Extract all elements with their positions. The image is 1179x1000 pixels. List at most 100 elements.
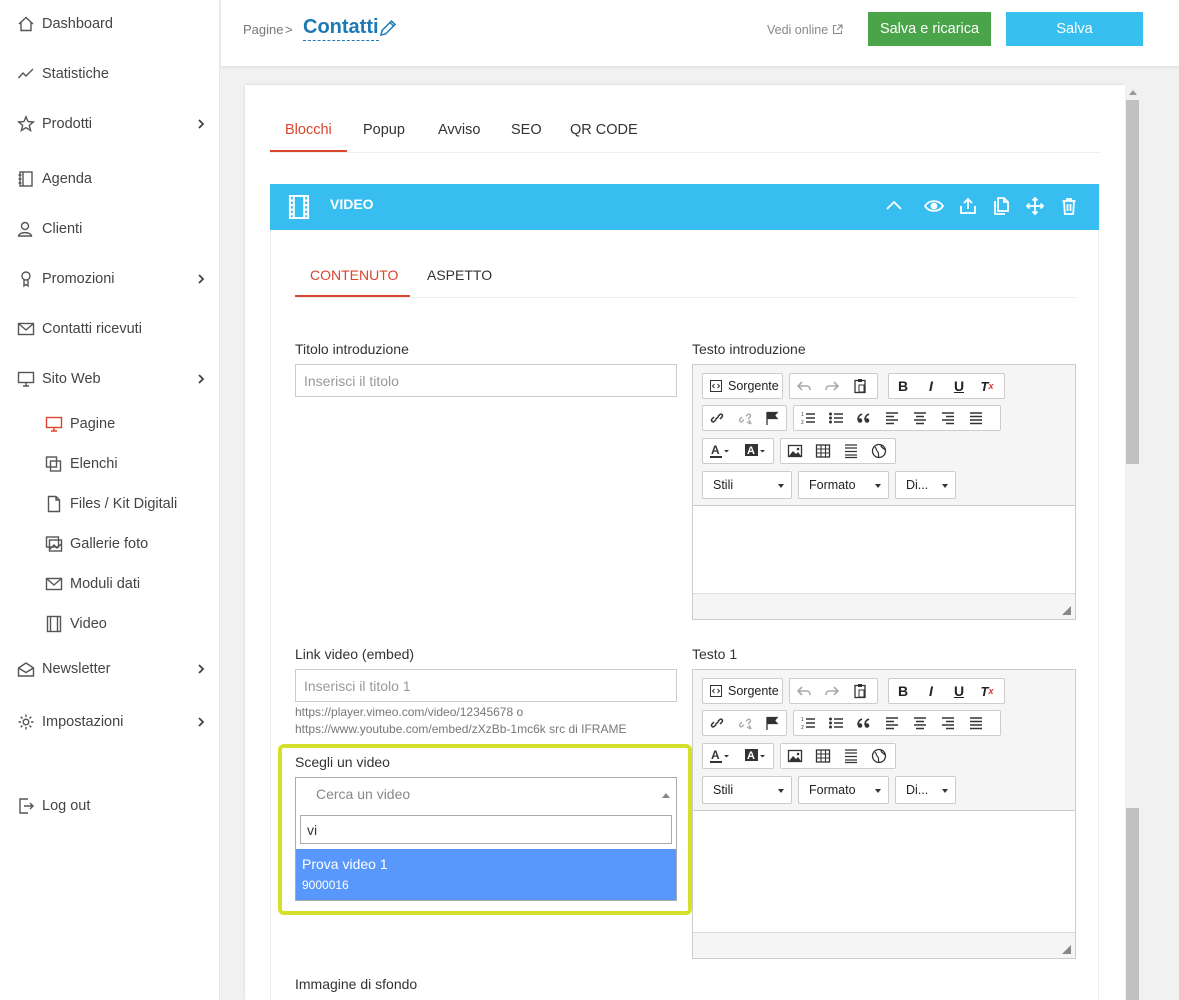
align-center-icon[interactable] [906,711,934,735]
link-icon[interactable] [703,406,731,430]
styles-dropdown[interactable]: Stili [702,471,792,499]
size-dropdown[interactable]: Di... [895,776,956,804]
titolo-input[interactable]: Inserisci il titolo [295,364,677,397]
blockquote-icon[interactable] [850,711,878,735]
sidebar-item-dashboard[interactable]: Dashboard [0,9,220,39]
numbered-list-icon[interactable]: 12 [794,711,822,735]
align-left-icon[interactable] [878,711,906,735]
styles-dropdown[interactable]: Stili [702,776,792,804]
tab-popup[interactable]: Popup [363,122,405,138]
scroll-up-arrow[interactable] [1129,90,1137,95]
copy-icon[interactable] [990,195,1012,217]
sidebar-item-agenda[interactable]: Agenda [0,164,220,194]
redo-icon[interactable] [818,679,846,703]
unlink-icon[interactable] [731,711,759,735]
paste-icon[interactable] [846,679,874,703]
unlink-icon[interactable] [731,406,759,430]
sidebar-item-files[interactable]: Files / Kit Digitali [0,489,220,519]
sidebar-item-video[interactable]: Video [0,609,220,639]
redo-icon[interactable] [818,374,846,398]
background-color-icon[interactable]: A [739,439,773,463]
save-reload-button[interactable]: Salva e ricarica [868,12,991,46]
resize-handle-icon[interactable] [1062,606,1071,615]
source-button[interactable]: Sorgente [702,373,783,399]
align-right-icon[interactable] [934,711,962,735]
sidebar-item-gallerie[interactable]: Gallerie foto [0,529,220,559]
table-icon[interactable] [809,744,837,768]
size-dropdown[interactable]: Di... [895,471,956,499]
table-icon[interactable] [809,439,837,463]
sidebar-item-clienti[interactable]: Clienti [0,214,220,244]
anchor-flag-icon[interactable] [758,711,786,735]
pencil-icon[interactable] [378,18,398,41]
scrollbar-thumb[interactable] [1126,100,1139,464]
trash-icon[interactable] [1058,195,1080,217]
sidebar-item-moduli-dati[interactable]: Moduli dati [0,569,220,599]
sidebar-item-logout[interactable]: Log out [0,791,220,821]
eye-icon[interactable] [923,195,945,217]
paste-icon[interactable] [846,374,874,398]
sidebar-item-contatti-ricevuti[interactable]: Contatti ricevuti [0,314,220,344]
sidebar-item-elenchi[interactable]: Elenchi [0,449,220,479]
breadcrumb[interactable]: Pagine [243,22,283,37]
video-search-input[interactable]: vi [300,815,672,844]
globe-icon[interactable] [865,744,893,768]
italic-button[interactable]: I [917,374,945,398]
text-color-icon[interactable]: A [703,744,739,768]
background-color-icon[interactable]: A [739,744,773,768]
align-justify-icon[interactable] [962,406,990,430]
tab-blocchi[interactable]: Blocchi [285,122,332,138]
align-right-icon[interactable] [934,406,962,430]
chevron-up-icon[interactable] [883,195,905,217]
link-video-input[interactable]: Inserisci il titolo 1 [295,669,677,702]
undo-icon[interactable] [790,679,818,703]
source-button[interactable]: Sorgente [702,678,783,704]
anchor-flag-icon[interactable] [758,406,786,430]
bold-button[interactable]: B [889,374,917,398]
sidebar-item-prodotti[interactable]: Prodotti [0,109,220,139]
share-icon[interactable] [957,195,979,217]
move-icon[interactable] [1024,195,1046,217]
text-color-icon[interactable]: A [703,439,739,463]
horizontal-rule-icon[interactable] [837,744,865,768]
blockquote-icon[interactable] [850,406,878,430]
undo-icon[interactable] [790,374,818,398]
italic-button[interactable]: I [917,679,945,703]
tab-seo[interactable]: SEO [511,122,542,138]
image-icon[interactable] [781,744,809,768]
resize-handle-icon[interactable] [1062,945,1071,954]
sidebar-item-sito-web[interactable]: Sito Web [0,364,220,394]
bold-button[interactable]: B [889,679,917,703]
bullet-list-icon[interactable] [822,406,850,430]
align-left-icon[interactable] [878,406,906,430]
image-icon[interactable] [781,439,809,463]
sidebar-item-statistiche[interactable]: Statistiche [0,59,220,89]
format-dropdown[interactable]: Formato [798,776,889,804]
page-title[interactable]: Contatti [303,16,379,41]
align-center-icon[interactable] [906,406,934,430]
underline-button[interactable]: U [945,374,973,398]
clear-format-button[interactable]: Tx [973,374,1001,398]
view-online-link[interactable]: Vedi online [767,23,843,37]
rich-text-editor-testo1[interactable]: Sorgente B I U Tx 12 A A Stili Formato D… [692,669,1076,959]
tab-aspetto[interactable]: ASPETTO [427,267,492,283]
clear-format-button[interactable]: Tx [973,679,1001,703]
link-icon[interactable] [703,711,731,735]
horizontal-rule-icon[interactable] [837,439,865,463]
sidebar-item-pagine[interactable]: Pagine [0,409,220,439]
rich-text-editor-intro[interactable]: Sorgente B I U Tx 12 A A Stili Formato D… [692,364,1076,620]
video-select[interactable]: Cerca un video [295,777,677,811]
format-dropdown[interactable]: Formato [798,471,889,499]
tab-contenuto[interactable]: CONTENUTO [310,267,398,283]
tab-qr-code[interactable]: QR CODE [570,122,638,138]
sidebar-item-newsletter[interactable]: Newsletter [0,654,220,684]
underline-button[interactable]: U [945,679,973,703]
numbered-list-icon[interactable]: 12 [794,406,822,430]
save-button[interactable]: Salva [1006,12,1143,46]
bullet-list-icon[interactable] [822,711,850,735]
sidebar-item-impostazioni[interactable]: Impostazioni [0,707,220,737]
tab-avviso[interactable]: Avviso [438,122,480,138]
align-justify-icon[interactable] [962,711,990,735]
sidebar-item-promozioni[interactable]: Promozioni [0,264,220,294]
scrollbar-thumb-lower[interactable] [1126,808,1139,1000]
